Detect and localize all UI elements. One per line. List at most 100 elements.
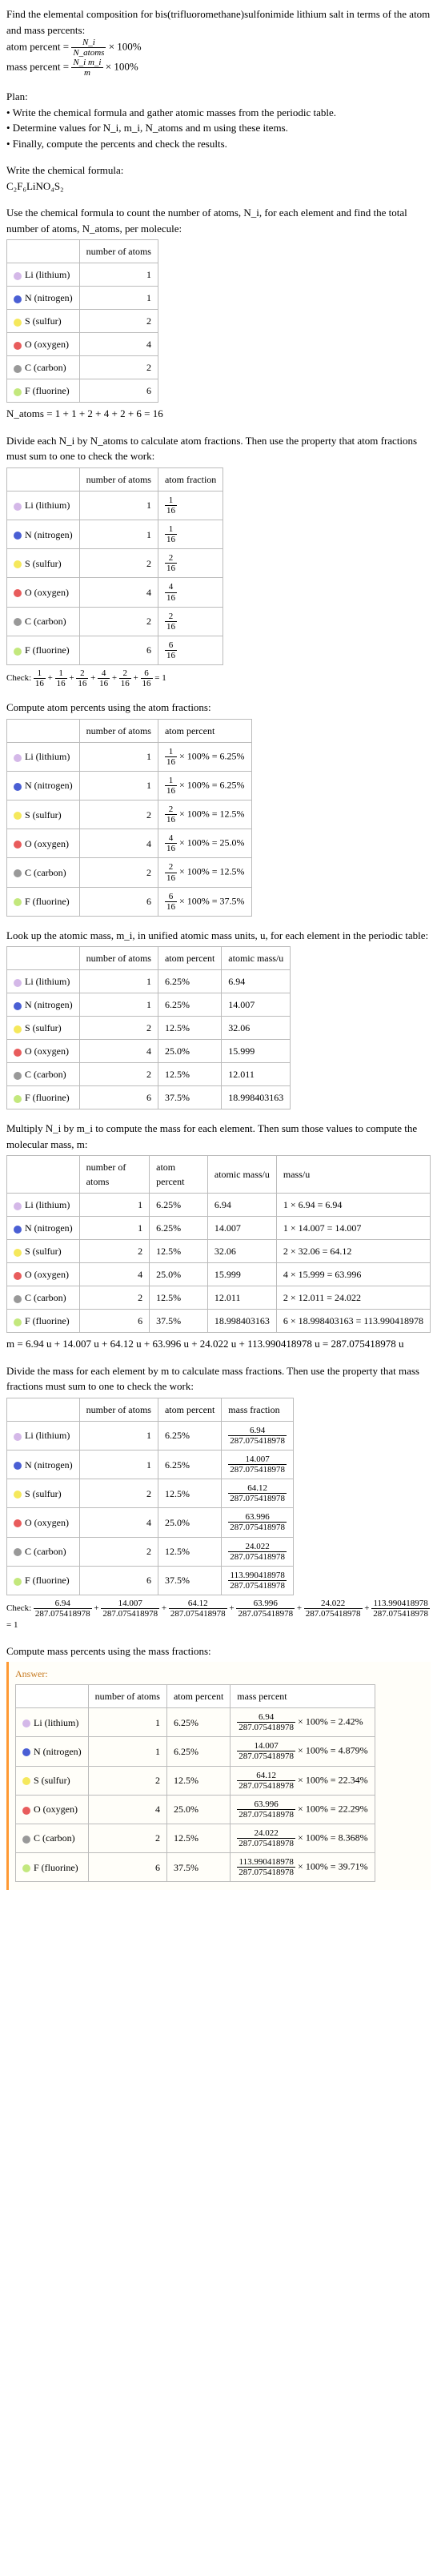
table-row: Li (lithium)1 <box>7 263 158 287</box>
table-row: number of atomsatom percentatomic mass/u <box>7 947 291 970</box>
element-dot-icon <box>22 1748 30 1756</box>
plan: Plan: • Write the chemical formula and g… <box>6 89 431 151</box>
element-cell: O (oxygen) <box>7 1040 80 1063</box>
col-header: number of atoms <box>79 240 158 263</box>
table-row: F (fluorine)637.5%18.9984031636 × 18.998… <box>7 1310 431 1333</box>
element-cell: N (nitrogen) <box>7 1451 80 1479</box>
element-dot-icon <box>22 1719 30 1727</box>
element-cell: F (fluorine) <box>16 1853 89 1882</box>
n-cell: 1 <box>79 263 158 287</box>
fraction: 116 <box>55 668 67 688</box>
element-cell: N (nitrogen) <box>7 520 80 549</box>
fraction: 113.990418978287.075418978 <box>371 1599 430 1619</box>
fraction: 216 <box>165 862 177 882</box>
element-dot-icon <box>14 898 22 906</box>
mass-pct-heading: Compute mass percents using the mass fra… <box>6 1643 431 1659</box>
count-atoms-heading: Use the chemical formula to count the nu… <box>6 205 431 236</box>
fraction: 24.022287.075418978 <box>237 1828 295 1848</box>
n-cell: 4 <box>79 333 158 356</box>
table-row: S (sulfur)2216 × 100% = 12.5% <box>7 800 252 829</box>
table-row: number of atoms <box>7 240 158 263</box>
element-cell: N (nitrogen) <box>7 287 80 310</box>
element-cell: Li (lithium) <box>7 742 80 771</box>
fraction: 63.996287.075418978 <box>236 1599 295 1619</box>
element-cell: Li (lithium) <box>7 970 80 993</box>
element-dot-icon <box>22 1777 30 1785</box>
fraction: 116 <box>165 747 177 767</box>
fraction: 416 <box>98 668 110 688</box>
table-row: number of atomsatom percentatomic mass/u… <box>7 1156 431 1194</box>
element-dot-icon <box>14 1025 22 1033</box>
table-row: C (carbon)212.5%24.022287.075418978 <box>7 1537 294 1566</box>
element-dot-icon <box>14 1249 22 1257</box>
fraction: 216 <box>165 804 177 825</box>
table-row: O (oxygen)425.0%63.996287.075418978 × 10… <box>16 1795 375 1824</box>
mass-frac-heading: Divide the mass for each element by m to… <box>6 1363 431 1394</box>
fraction: 6.94287.075418978 <box>228 1426 287 1446</box>
element-cell: O (oxygen) <box>7 829 80 858</box>
plan-heading: Plan: <box>6 89 431 105</box>
table-row: C (carbon)212.5%12.011 <box>7 1063 291 1086</box>
element-cell: F (fluorine) <box>7 1310 80 1333</box>
element-dot-icon <box>14 1002 22 1010</box>
element-cell: Li (lithium) <box>7 263 80 287</box>
table-massmul: number of atomsatom percentatomic mass/u… <box>6 1155 431 1333</box>
fraction: 24.022287.075418978 <box>304 1599 363 1619</box>
element-cell: S (sulfur) <box>7 1017 80 1040</box>
element-dot-icon <box>14 388 22 396</box>
element-dot-icon <box>14 532 22 540</box>
element-cell: C (carbon) <box>7 607 80 636</box>
plan-b3: • Finally, compute the percents and chec… <box>6 136 431 152</box>
fraction: 216 <box>119 668 131 688</box>
table-atompct: number of atomsatom percent Li (lithium)… <box>6 719 252 917</box>
element-cell: S (sulfur) <box>7 800 80 829</box>
element-dot-icon <box>22 1807 30 1815</box>
element-cell: S (sulfur) <box>7 310 80 333</box>
element-dot-icon <box>14 869 22 877</box>
plan-b2: • Determine values for N_i, m_i, N_atoms… <box>6 120 431 136</box>
n-cell: 2 <box>79 310 158 333</box>
n-cell: 2 <box>79 356 158 379</box>
table-row: N (nitrogen)1116 <box>7 520 223 549</box>
element-cell: N (nitrogen) <box>7 1217 80 1240</box>
atom-percents: Compute atom percents using the atom fra… <box>6 700 431 917</box>
fraction: 116 <box>34 668 46 688</box>
element-dot-icon <box>14 1491 22 1499</box>
element-cell: N (nitrogen) <box>7 993 80 1017</box>
table-row: S (sulfur)212.5%64.12287.075418978 × 100… <box>16 1766 375 1795</box>
mass-mul: Multiply N_i by m_i to compute the mass … <box>6 1121 431 1352</box>
mass-mul-heading: Multiply N_i by m_i to compute the mass … <box>6 1121 431 1152</box>
chemical-formula: C₂F₆LiNO₄S₂ <box>6 179 431 195</box>
table-row: number of atomsatom percent <box>7 719 252 742</box>
table-row: F (fluorine)6 <box>7 379 158 403</box>
plan-b1: • Write the chemical formula and gather … <box>6 105 431 121</box>
table-masspct: number of atomsatom percentmass percent … <box>15 1684 375 1882</box>
table-row: O (oxygen)425.0%63.996287.075418978 <box>7 1508 294 1537</box>
frac-mass: N_i m_im <box>71 58 102 78</box>
element-dot-icon <box>14 272 22 280</box>
element-cell: N (nitrogen) <box>7 771 80 800</box>
table-row: O (oxygen)4416 × 100% = 25.0% <box>7 829 252 858</box>
element-dot-icon <box>14 618 22 626</box>
element-dot-icon <box>14 295 22 303</box>
element-dot-icon <box>22 1864 30 1872</box>
element-dot-icon <box>14 1519 22 1527</box>
table-row: F (fluorine)637.5%113.990418978287.07541… <box>7 1566 294 1595</box>
fraction: 616 <box>165 640 177 660</box>
fraction: 64.12287.075418978 <box>237 1771 295 1791</box>
element-cell: C (carbon) <box>7 356 80 379</box>
table-row: O (oxygen)425.0%15.9994 × 15.999 = 63.99… <box>7 1263 431 1286</box>
fraction: 63.996287.075418978 <box>228 1512 287 1532</box>
fraction: 216 <box>165 612 177 632</box>
atom-percent-formula: atom percent = N_iN_atoms × 100% <box>6 38 431 58</box>
atomic-mass-heading: Look up the atomic mass, m_i, in unified… <box>6 928 431 944</box>
table-row: S (sulfur)212.5%64.12287.075418978 <box>7 1479 294 1508</box>
answer-label: Answer: <box>15 1667 424 1681</box>
fraction: 63.996287.075418978 <box>237 1800 295 1820</box>
atom-frac-heading: Divide each N_i by N_atoms to calculate … <box>6 433 431 464</box>
table-row: S (sulfur)2216 <box>7 549 223 578</box>
table-row: O (oxygen)425.0%15.999 <box>7 1040 291 1063</box>
element-cell: O (oxygen) <box>16 1795 89 1824</box>
table-row: C (carbon)2216 <box>7 607 223 636</box>
element-cell: F (fluorine) <box>7 1566 80 1595</box>
